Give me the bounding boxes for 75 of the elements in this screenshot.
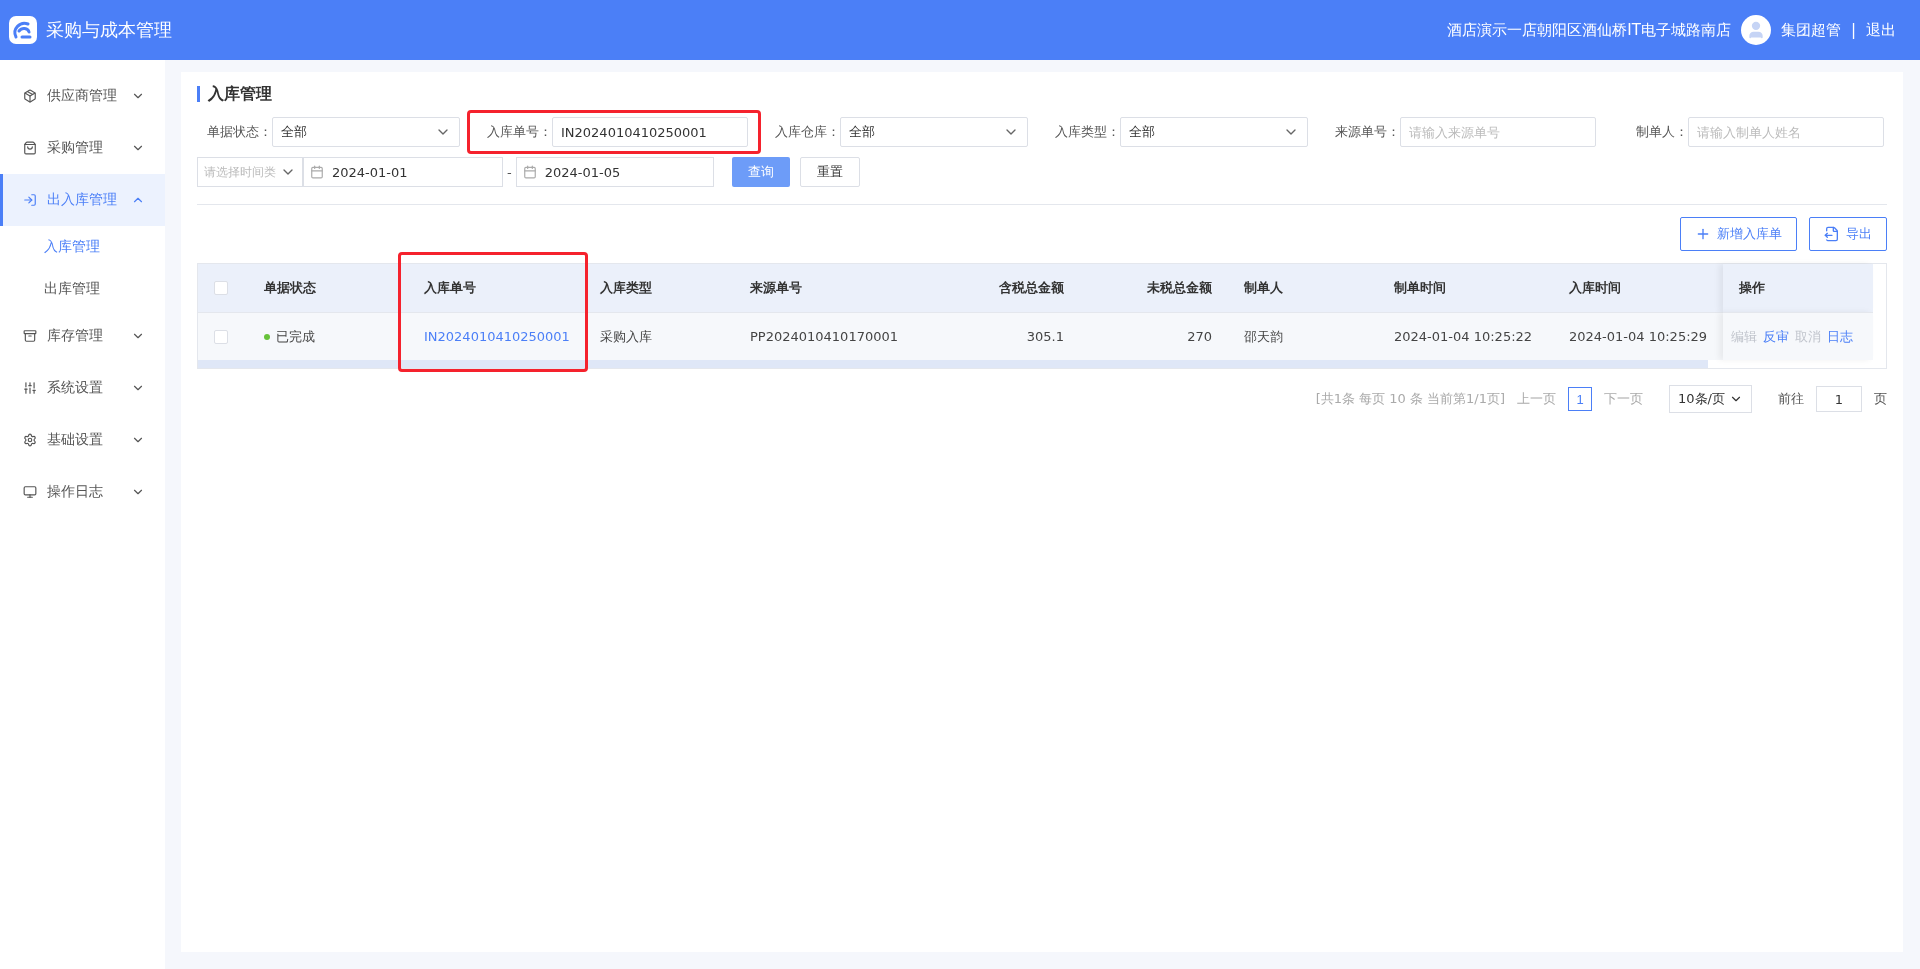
column-header: 入库单号 xyxy=(408,264,584,312)
monitor-icon xyxy=(23,485,37,499)
select-field[interactable]: 全部 xyxy=(272,117,460,147)
filter-label: 制单人： xyxy=(1635,123,1688,141)
filter-label: 来源单号： xyxy=(1334,123,1400,141)
page-input[interactable]: 1 xyxy=(1816,386,1862,412)
checkbox[interactable] xyxy=(214,281,228,295)
package-icon xyxy=(23,89,37,103)
table-cell: 已完成 xyxy=(276,327,315,346)
select-field[interactable]: 全部 xyxy=(840,117,1028,147)
date-field[interactable]: 2024-01-05 xyxy=(515,157,714,187)
select-field[interactable]: 全部 xyxy=(1120,117,1308,147)
sidebar-item[interactable]: 采购管理 xyxy=(0,122,165,174)
sidebar-subitem[interactable]: 入库管理 xyxy=(0,226,165,268)
column-header: 制单时间 xyxy=(1378,264,1553,312)
column-header: 入库时间 xyxy=(1553,264,1723,312)
scrollbar[interactable] xyxy=(198,360,1708,368)
table-cell: 2024-01-04 10:25:29 xyxy=(1569,329,1708,344)
status-dot xyxy=(264,333,270,340)
column-header: 单据状态 xyxy=(248,264,408,312)
table-cell: 305.1 xyxy=(1026,329,1064,344)
page-number[interactable]: 1 xyxy=(1568,387,1593,411)
user-name: 集团超管 xyxy=(1780,20,1841,40)
column-header: 入库类型 xyxy=(584,264,734,312)
archive-icon xyxy=(23,329,37,343)
input-field[interactable]: 请输入制单人姓名 xyxy=(1688,117,1884,147)
sidebar-item[interactable]: 供应商管理 xyxy=(0,70,165,122)
column-header: 含税总金额 xyxy=(924,264,1080,312)
reset-button[interactable]: 重置 xyxy=(799,157,860,187)
table-cell: PP2024010410170001 xyxy=(750,329,898,344)
sidebar-subitem[interactable]: 出库管理 xyxy=(0,268,165,310)
input-field[interactable]: IN2024010410250001 xyxy=(552,117,748,147)
page-suffix: 页 xyxy=(1874,390,1887,408)
filter-label: 单据状态： xyxy=(206,123,272,141)
column-header: 未税总金额 xyxy=(1080,264,1228,312)
action-link[interactable]: 反审 xyxy=(1763,327,1789,346)
checkbox[interactable] xyxy=(214,329,228,344)
column-header: 来源单号 xyxy=(734,264,924,312)
table-cell: 邵天韵 xyxy=(1244,327,1283,346)
plus-icon xyxy=(1695,226,1711,242)
avatar-icon[interactable] xyxy=(1740,15,1771,45)
filter-label: 入库仓库： xyxy=(774,123,840,141)
calendar-icon xyxy=(522,165,537,179)
sidebar-item[interactable]: 基础设置 xyxy=(0,414,165,466)
store-name: 酒店演示一店朝阳区酒仙桥IT电子城路南店 xyxy=(1447,20,1731,40)
goto-label: 前往 xyxy=(1778,390,1804,408)
calendar-icon xyxy=(310,165,324,179)
separator: | xyxy=(1850,21,1856,39)
page-size-select[interactable]: 10条/页 xyxy=(1669,385,1752,413)
table-cell: 采购入库 xyxy=(600,327,652,346)
sidebar-item[interactable]: 库存管理 xyxy=(0,310,165,362)
app-title: 采购与成本管理 xyxy=(46,18,172,42)
action-link[interactable]: 日志 xyxy=(1827,327,1853,346)
filter-label: 入库类型： xyxy=(1054,123,1120,141)
sidebar-item[interactable]: 系统设置 xyxy=(0,362,165,414)
table-cell: 2024-01-04 10:25:22 xyxy=(1394,329,1533,344)
range-dash: - xyxy=(507,164,512,180)
export-button[interactable]: 导出 xyxy=(1809,217,1887,251)
page-title: 入库管理 xyxy=(197,86,1887,102)
login-icon xyxy=(23,193,37,207)
logout-link[interactable]: 退出 xyxy=(1866,20,1896,40)
filter-label: 入库单号： xyxy=(486,123,552,141)
column-header: 操作 xyxy=(1723,264,1873,312)
column-header: 制单人 xyxy=(1228,264,1378,312)
sidebar-item[interactable]: 操作日志 xyxy=(0,466,165,518)
settings-icon xyxy=(23,433,37,447)
date-field[interactable]: 2024-01-01 xyxy=(303,157,503,187)
input-field[interactable]: 请输入来源单号 xyxy=(1400,117,1596,147)
add-button[interactable]: 新增入库单 xyxy=(1680,217,1797,251)
export-icon xyxy=(1824,226,1840,242)
page-summary: [共1条 每页 10 条 当前第1/1页] xyxy=(1315,390,1506,408)
bag-icon xyxy=(23,141,37,155)
sliders-icon xyxy=(23,381,37,395)
logo-icon xyxy=(8,15,38,45)
table-cell: 270 xyxy=(1187,329,1212,344)
